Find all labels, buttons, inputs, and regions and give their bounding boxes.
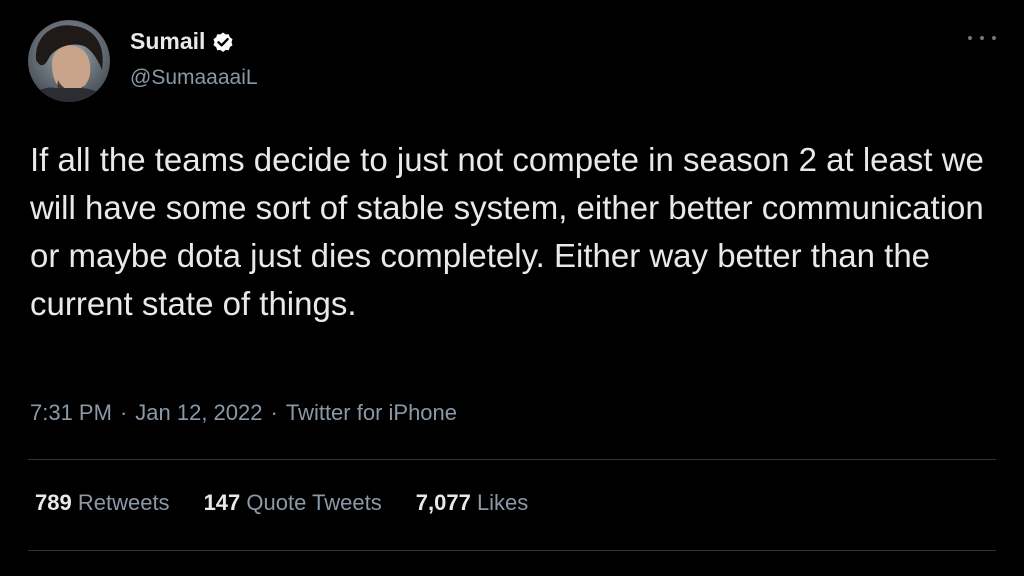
likes-label: Likes (476, 490, 529, 515)
more-options-icon[interactable] (968, 28, 996, 48)
divider-bottom (28, 550, 996, 551)
author-display-name[interactable]: Sumail (130, 28, 205, 55)
quote-tweets-label: Quote Tweets (246, 490, 382, 515)
tweet-stats: 789 Retweets 147 Quote Tweets 7,077 Like… (35, 490, 528, 516)
verified-badge-icon (211, 30, 235, 54)
author-handle[interactable]: @SumaaaaiL (130, 66, 258, 90)
retweets-label: Retweets (77, 490, 170, 515)
dot (980, 36, 984, 40)
dot (968, 36, 972, 40)
dot (992, 36, 996, 40)
tweet-source[interactable]: Twitter for iPhone (286, 400, 457, 426)
meta-separator: · (270, 400, 278, 425)
divider-top (28, 459, 996, 460)
quote-tweets-count: 147 (203, 490, 241, 515)
user-avatar-icon (28, 20, 110, 102)
likes-stat[interactable]: 7,077 Likes (416, 490, 529, 516)
tweet-meta: 7:31 PM · Jan 12, 2022 · Twitter for iPh… (30, 400, 457, 426)
retweets-count: 789 (35, 490, 72, 515)
likes-count: 7,077 (415, 490, 471, 515)
meta-separator: · (119, 400, 128, 425)
tweet-text: If all the teams decide to just not comp… (30, 141, 984, 322)
tweet-date[interactable]: Jan 12, 2022 (135, 400, 262, 426)
quote-tweets-stat[interactable]: 147 Quote Tweets (204, 490, 382, 516)
retweets-stat[interactable]: 789 Retweets (35, 490, 170, 516)
author-name-row: Sumail (130, 28, 235, 55)
tweet-card: Sumail @SumaaaaiL If all the teams decid… (0, 0, 1024, 576)
tweet-time[interactable]: 7:31 PM (30, 400, 112, 426)
author-avatar[interactable] (28, 20, 110, 102)
